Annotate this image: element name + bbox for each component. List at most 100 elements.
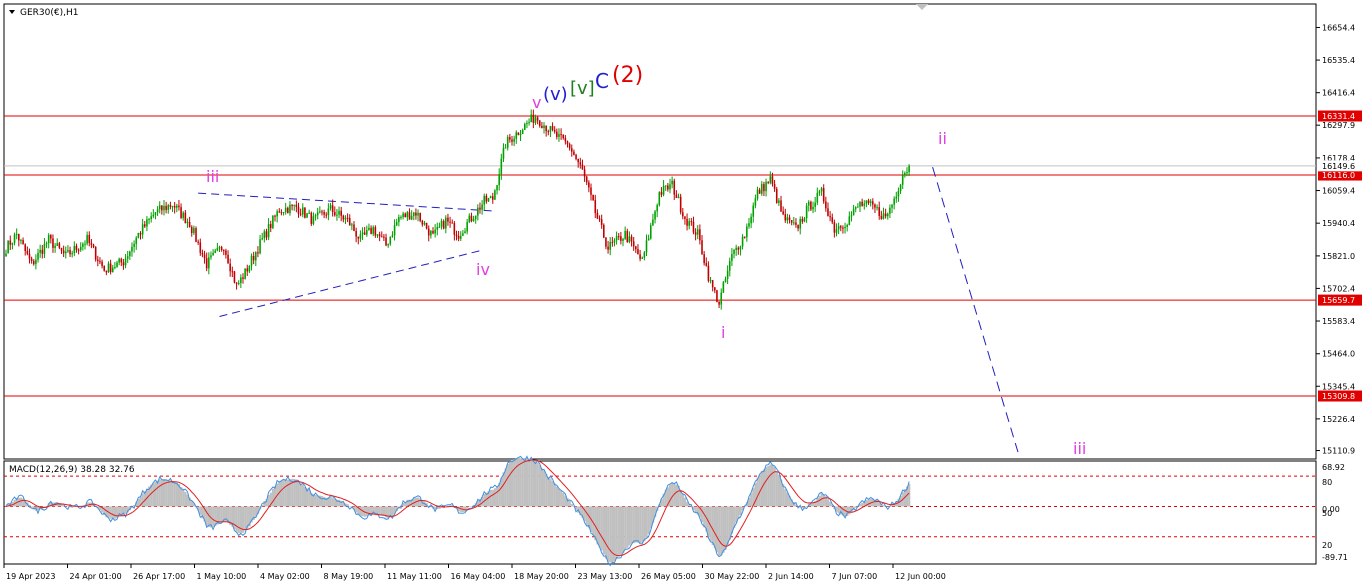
candle-body — [88, 234, 91, 243]
candle-body — [135, 237, 138, 244]
candle-body — [35, 259, 37, 265]
candle-body — [199, 242, 202, 253]
candle-body — [28, 253, 31, 259]
candle-body — [359, 234, 362, 239]
candle-body — [276, 211, 278, 217]
macd-histogram-bar — [282, 480, 285, 507]
candle-body — [882, 213, 885, 219]
candle-body — [746, 226, 748, 238]
time-tick-label: 26 May 05:00 — [641, 572, 696, 581]
candle-body — [906, 172, 908, 174]
candle-body — [760, 184, 763, 194]
candle-body — [803, 218, 806, 222]
candle-body — [521, 129, 524, 135]
candle-body — [274, 215, 276, 217]
candle-body — [829, 216, 831, 218]
candle-body — [163, 205, 165, 211]
candle-body — [784, 214, 787, 221]
candle-body — [105, 270, 108, 273]
candle-body — [820, 188, 823, 192]
candle-body — [573, 151, 575, 155]
candle-body — [743, 236, 746, 238]
candle-body — [455, 234, 458, 236]
candle-body — [483, 195, 486, 205]
price-tick-label: 16059.4 — [1322, 187, 1355, 196]
macd-title: MACD(12,26,9) 38.28 32.76 — [9, 465, 135, 475]
trading-chart[interactable]: GER30(€),H1 MACD(12,26,9) 38.28 32.76 v … — [0, 0, 1366, 588]
candle-body — [165, 205, 167, 210]
candle-body — [75, 245, 78, 250]
candle-body — [432, 230, 434, 234]
candle-body — [641, 257, 644, 259]
candle-body — [393, 225, 396, 236]
time-tick-label: 24 Apr 01:00 — [70, 572, 122, 581]
candle-body — [831, 217, 834, 223]
candle-body — [380, 236, 383, 238]
candle-body — [664, 185, 667, 187]
macd-histogram-bar — [683, 497, 687, 507]
macd-histogram-bar — [750, 493, 753, 507]
candle-body — [470, 215, 473, 222]
candle-body — [173, 205, 176, 208]
candle-body — [842, 227, 844, 229]
macd-histogram-bar — [303, 486, 307, 507]
candle-body — [103, 266, 106, 271]
candle-body — [71, 253, 73, 255]
candle-body — [489, 196, 492, 199]
candle-body — [647, 238, 650, 241]
macd-histogram-bar — [837, 506, 840, 514]
candle-body — [32, 260, 35, 265]
price-tick-label: 15110.9 — [1322, 447, 1355, 456]
macd-histogram-bar — [848, 506, 851, 515]
candle-body — [654, 211, 656, 220]
macd-histogram-bar — [604, 506, 608, 559]
candle-body — [790, 220, 793, 223]
macd-tick-label: 80 — [1322, 478, 1332, 487]
macd-histogram-bar — [314, 495, 317, 507]
candle-body — [671, 180, 673, 185]
candle-body — [156, 209, 159, 213]
time-tick-label: 19 Apr 2023 — [6, 572, 55, 581]
candle-body — [859, 201, 861, 207]
macd-tick-label: -89.71 — [1322, 553, 1348, 562]
macd-histogram-bar — [513, 459, 516, 507]
macd-histogram-bar — [470, 506, 473, 507]
candle-body — [400, 217, 402, 219]
candle-body — [263, 231, 266, 239]
macd-histogram-bar — [182, 488, 185, 507]
candle-body — [579, 162, 582, 165]
candle-body — [568, 144, 571, 149]
candle-body — [267, 224, 270, 238]
candle-body — [839, 226, 842, 228]
candle-body — [412, 212, 415, 216]
macd-histogram-bar — [713, 506, 717, 549]
candle-body — [814, 202, 816, 207]
candle-body — [547, 131, 550, 133]
time-tick-label: 12 Jun 00:00 — [895, 572, 946, 581]
candle-body — [280, 212, 283, 214]
candle-body — [617, 236, 620, 238]
candle-body — [7, 240, 9, 254]
macd-histogram-bar — [867, 499, 870, 507]
candle-body — [491, 196, 494, 200]
macd-histogram-bar — [212, 506, 215, 527]
candle-body — [139, 232, 142, 235]
macd-axis: 68.9280500.0020-89.71 — [1322, 463, 1348, 562]
macd-histogram-bar — [891, 504, 894, 507]
macd-histogram-bar — [491, 489, 494, 507]
macd-histogram-bar — [777, 474, 781, 507]
candle-body — [20, 240, 22, 242]
candle-body — [709, 280, 712, 282]
candle-body — [425, 222, 428, 229]
candle-body — [686, 218, 688, 226]
candle-body — [269, 224, 272, 229]
macd-histogram-bar — [320, 496, 324, 507]
candle-body — [688, 221, 690, 226]
candle-body — [344, 217, 347, 220]
candle-body — [453, 223, 456, 235]
candle-body — [79, 246, 82, 251]
candle-body — [257, 252, 259, 254]
candle-body — [94, 246, 97, 260]
price-tick-label: 16297.9 — [1322, 121, 1355, 130]
candle-body — [769, 176, 772, 183]
